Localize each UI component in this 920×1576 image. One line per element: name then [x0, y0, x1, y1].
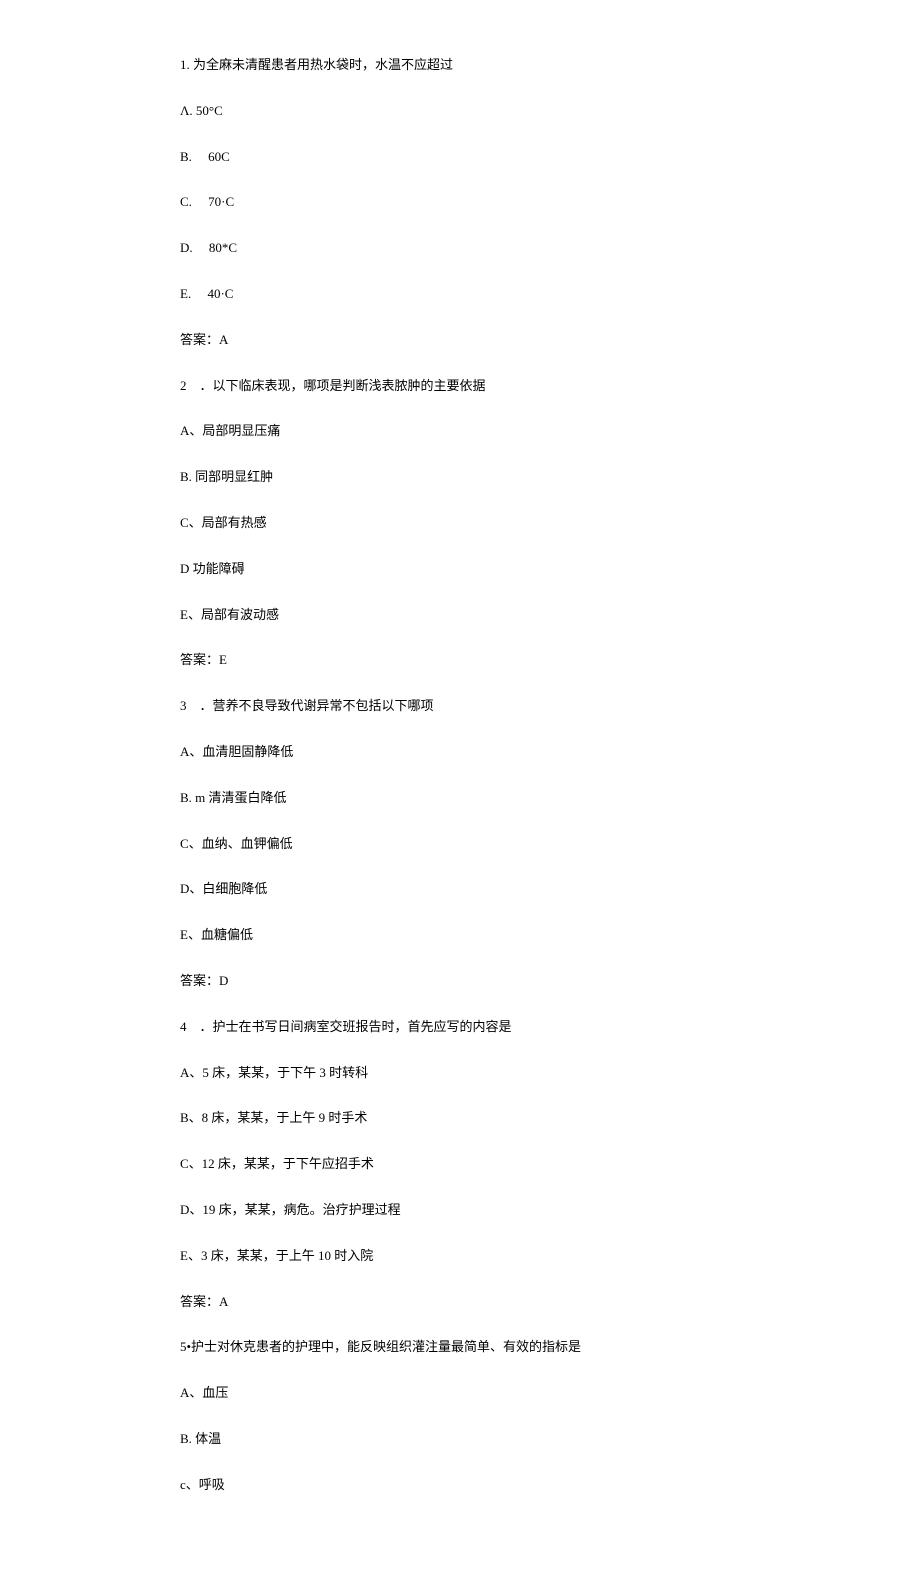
q1-answer: 答案：A	[180, 330, 740, 351]
q1-optE: E. 40·C	[180, 284, 740, 305]
q5-optC: c、呼吸	[180, 1475, 740, 1496]
q1-optB: B. 60C	[180, 147, 740, 168]
q4-optC: C、12 床，某某，于下午应招手术	[180, 1154, 740, 1175]
q2-optE: E、局部有波动感	[180, 605, 740, 626]
q4-optA: A、5 床，某某，于下午 3 时转科	[180, 1063, 740, 1084]
q1-optC: C. 70·C	[180, 192, 740, 213]
q4-optD: D、19 床，某某，病危。治疗护理过程	[180, 1200, 740, 1221]
q4-optB: B、8 床，某某，于上午 9 时手术	[180, 1108, 740, 1129]
q1-optD: D. 80*C	[180, 238, 740, 259]
q3-optB: B. m 清清蛋白降低	[180, 788, 740, 809]
q3-optC: C、血纳、血钾偏低	[180, 834, 740, 855]
q4-text: 4 ．护士在书写日间病室交班报告时，首先应写的内容是	[180, 1017, 740, 1038]
q3-optD: D、白细胞降低	[180, 879, 740, 900]
q3-text: 3 ．营养不良导致代谢异常不包括以下哪项	[180, 696, 740, 717]
q2-text: 2 ．以下临床表现，哪项是判断浅表脓肿的主要依据	[180, 376, 740, 397]
q3-optE: E、血糖偏低	[180, 925, 740, 946]
q2-optB: B. 同部明显红肿	[180, 467, 740, 488]
q4-answer: 答案：A	[180, 1292, 740, 1313]
q2-answer: 答案：E	[180, 650, 740, 671]
q1-optA: Λ. 50°C	[180, 101, 740, 122]
q2-optD: D 功能障碍	[180, 559, 740, 580]
q1-text: 1. 为全麻未清醒患者用热水袋时，水温不应超过	[180, 55, 740, 76]
q5-text: 5•护士对休克患者的护理中，能反映组织灌注量最简单、有效的指标是	[180, 1337, 740, 1358]
q5-optB: B. 体温	[180, 1429, 740, 1450]
q5-optA: A、血压	[180, 1383, 740, 1404]
q4-optE: E、3 床，某某，于上午 10 时入院	[180, 1246, 740, 1267]
q3-answer: 答案：D	[180, 971, 740, 992]
q2-optA: A、局部明显压痛	[180, 421, 740, 442]
q2-optC: C、局部有热感	[180, 513, 740, 534]
q3-optA: A、血清胆固静降低	[180, 742, 740, 763]
